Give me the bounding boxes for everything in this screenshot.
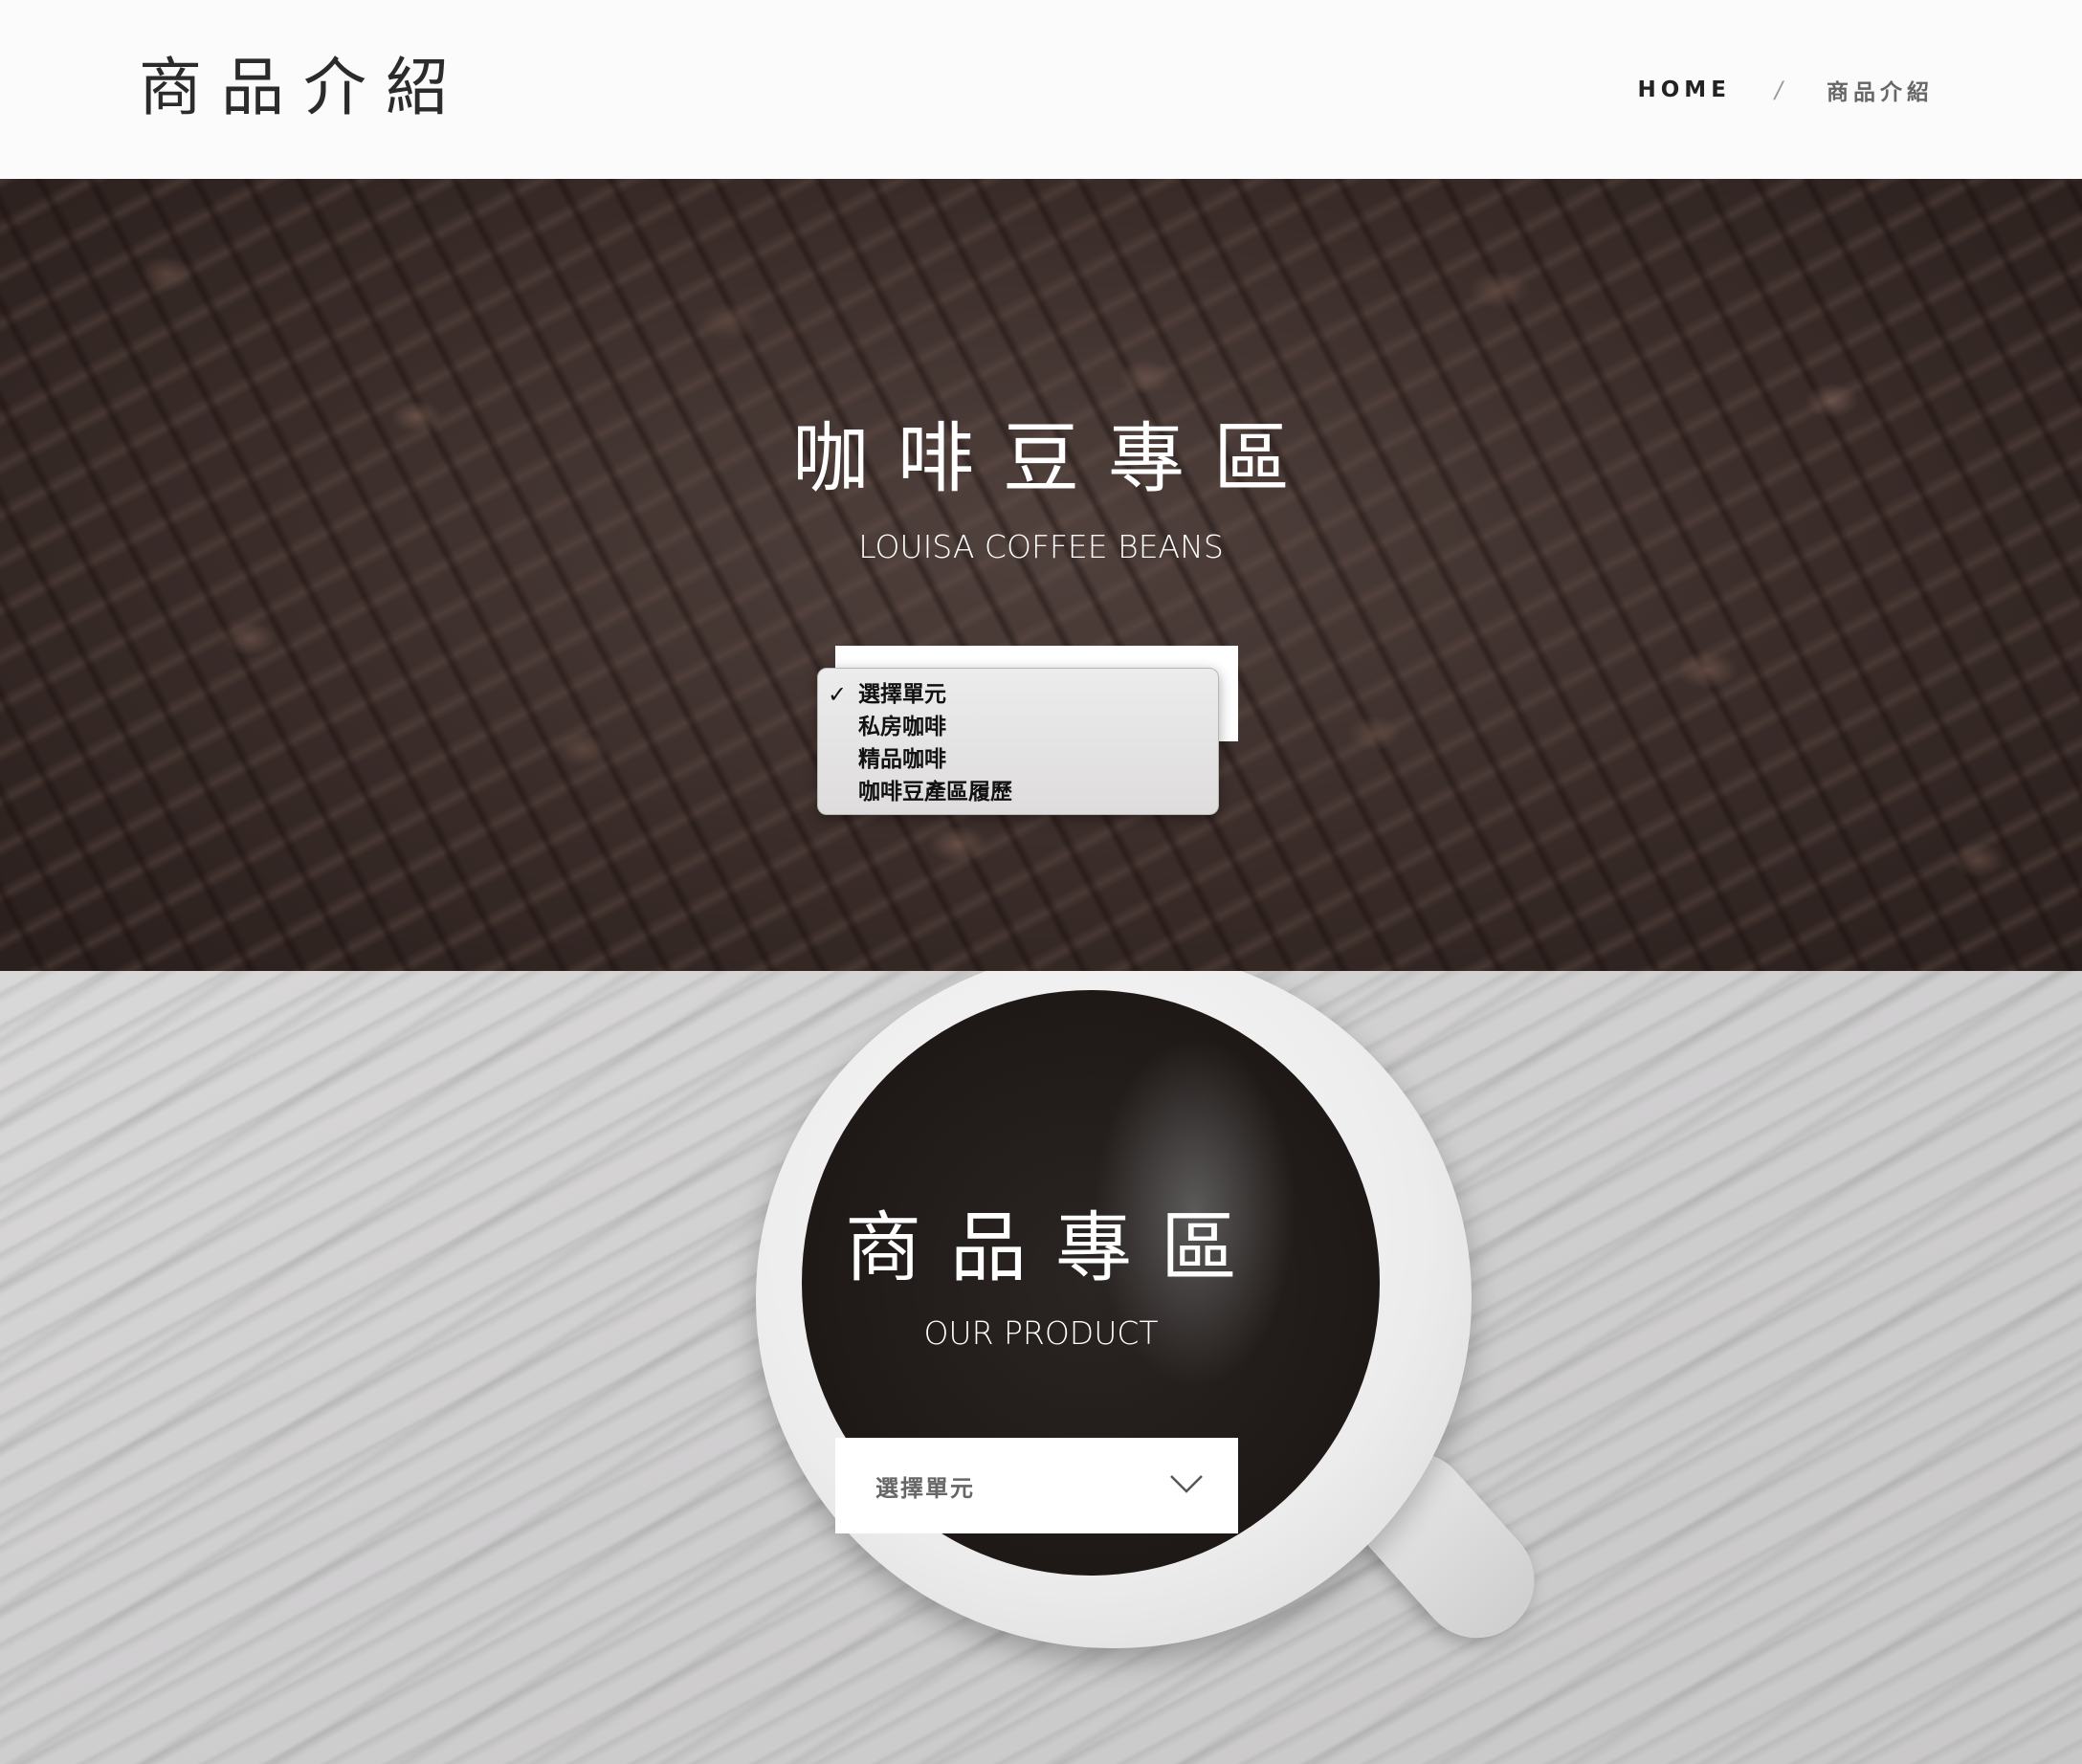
dropdown-option-specialty-coffee[interactable]: 精品咖啡 — [818, 743, 1218, 776]
breadcrumb-separator: / — [1774, 77, 1783, 103]
beans-section-title: 咖啡豆專區 — [792, 414, 1318, 503]
dropdown-option-label: 選擇單元 — [858, 682, 946, 707]
product-category-select[interactable]: 選擇單元 — [835, 1438, 1238, 1533]
dropdown-option-label: 私房咖啡 — [858, 715, 946, 739]
beans-section-subtitle: LOUISA COFFEE BEANS — [858, 528, 1224, 565]
dropdown-option-private-coffee[interactable]: 私房咖啡 — [818, 711, 1218, 743]
site-header: 商品介紹 HOME / 商品介紹 — [0, 0, 2082, 179]
chevron-down-icon — [1170, 1475, 1203, 1493]
breadcrumb-current: 商品介紹 — [1827, 80, 1934, 105]
product-section-subtitle: OUR PRODUCT — [923, 1314, 1159, 1352]
check-icon: ✓ — [828, 681, 848, 708]
dropdown-option-label: 精品咖啡 — [858, 747, 946, 772]
dropdown-option-select-unit[interactable]: ✓ 選擇單元 — [818, 678, 1218, 711]
dropdown-option-origin-history[interactable]: 咖啡豆產區履歷 — [818, 776, 1218, 808]
page-title: 商品介紹 — [139, 51, 468, 124]
dropdown-option-label: 咖啡豆產區履歷 — [858, 780, 1012, 805]
product-section-title: 商品專區 — [845, 1203, 1266, 1292]
breadcrumb-home-link[interactable]: HOME — [1638, 77, 1731, 102]
beans-category-dropdown: ✓ 選擇單元 私房咖啡 精品咖啡 咖啡豆產區履歷 — [817, 668, 1219, 815]
product-section: 商品專區 OUR PRODUCT 選擇單元 — [0, 971, 2082, 1764]
coffee-beans-section: 咖啡豆專區 LOUISA COFFEE BEANS ✓ 選擇單元 私房咖啡 精品… — [0, 179, 2082, 971]
select-value: 選擇單元 — [875, 1475, 975, 1502]
breadcrumb: HOME / 商品介紹 — [1638, 73, 1935, 107]
